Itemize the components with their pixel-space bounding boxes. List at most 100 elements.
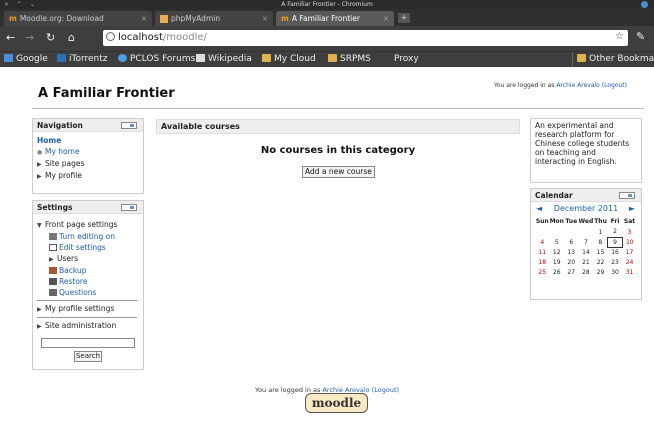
site-title: A Familiar Frontier (38, 86, 175, 101)
settings-users[interactable]: ▶ Users (33, 253, 143, 265)
calendar-grid: Sun Mon Tue Wed Thu Fri Sat 1 2 3 4 5 6 7 8 9 10 11 12 13 1… (535, 216, 637, 277)
restore-icon (49, 278, 57, 285)
calendar-day[interactable]: 12 (550, 247, 565, 257)
calendar-day[interactable]: 17 (622, 247, 637, 257)
tab-close-icon[interactable]: × (383, 11, 389, 26)
reload-icon[interactable]: ↻ (46, 31, 55, 45)
my-profile-settings[interactable]: ▶ My profile settings (33, 303, 143, 315)
bookmark-google[interactable]: Google (4, 52, 48, 67)
bookmark-my-cloud[interactable]: My Cloud (262, 52, 316, 67)
calendar-day[interactable]: 29 (593, 267, 608, 277)
tab-phpmyadmin[interactable]: phpMyAdmin × (155, 11, 273, 26)
tab-close-icon[interactable]: × (141, 11, 147, 26)
bookmark-srpms[interactable]: SRPMS (328, 52, 371, 67)
calendar-day[interactable]: 26 (550, 267, 565, 277)
settings-edit-settings[interactable]: Edit settings (33, 242, 143, 253)
calendar-day[interactable]: 15 (593, 247, 608, 257)
calendar-day[interactable]: 27 (564, 267, 579, 277)
bookmark-wikipedia[interactable]: Wikipedia (196, 52, 252, 67)
add-new-course-button[interactable]: Add a new course (302, 166, 375, 178)
calendar-week: 123 (535, 227, 637, 237)
calendar-day[interactable]: 28 (579, 267, 594, 277)
calendar-week: 18 19 20 21 22 23 24 (535, 257, 637, 267)
no-courses-message: No courses in this category (260, 145, 416, 156)
calendar-day-header: Sun (535, 218, 549, 225)
tab-strip: m Moodle.org: Download × phpMyAdmin × mA Fa… (0, 9, 654, 26)
settings-questions[interactable]: Questions (33, 287, 143, 298)
calendar-day[interactable]: 20 (564, 257, 579, 267)
nav-my-home[interactable]: ● My home (33, 146, 143, 158)
extension-icon[interactable] (641, 1, 648, 8)
bookmark-star-icon[interactable]: ☆ (615, 31, 624, 42)
bookmark-itorrentz[interactable]: iTorrentz (57, 52, 108, 67)
wrench-menu-icon[interactable]: ✎ (636, 30, 645, 43)
home-icon[interactable]: ⌂ (68, 31, 75, 45)
google-icon (4, 54, 13, 62)
front-page-settings[interactable]: ▼ Front page settings (33, 219, 143, 231)
logout-link[interactable]: (Logout) (602, 82, 627, 89)
calendar-day[interactable]: 5 (550, 237, 565, 247)
calendar-day[interactable]: 30 (608, 267, 623, 277)
calendar-day[interactable]: 16 (608, 247, 623, 257)
calendar-day[interactable]: 3 (622, 227, 637, 237)
forward-icon[interactable]: → (25, 31, 34, 45)
tab-close-icon[interactable]: × (262, 11, 268, 26)
calendar-day[interactable]: 18 (535, 257, 550, 267)
new-tab-button[interactable]: + (398, 13, 410, 23)
user-link[interactable]: Archie Arevalo (556, 82, 600, 89)
nav-my-profile[interactable]: ▶ My profile (33, 170, 143, 182)
calendar-day[interactable]: 7 (579, 237, 594, 247)
tab-moodle-download[interactable]: m Moodle.org: Download × (4, 11, 152, 26)
available-courses-heading: Available courses (156, 119, 520, 134)
footer-logout-link[interactable]: (Logout) (372, 386, 399, 394)
nav-site-pages[interactable]: ▶ Site pages (33, 158, 143, 170)
next-month-icon[interactable]: ► (629, 202, 635, 216)
calendar-day[interactable]: 22 (593, 257, 608, 267)
settings-restore[interactable]: Restore (33, 276, 143, 287)
folder-icon (262, 54, 271, 62)
calendar-day[interactable]: 8 (593, 237, 608, 247)
site-administration[interactable]: ▶ Site administration (33, 320, 143, 332)
block-dock-icon[interactable] (619, 192, 635, 199)
moodle-favicon-icon: m (281, 14, 289, 23)
nav-home[interactable]: Home (33, 135, 143, 146)
address-bar[interactable]: localhost/moodle/ (103, 30, 628, 46)
calendar-day[interactable]: 9 (607, 236, 623, 248)
calendar-day[interactable]: 6 (564, 237, 579, 247)
calendar-day[interactable]: 21 (579, 257, 594, 267)
back-icon[interactable]: ← (6, 31, 15, 45)
calendar-day[interactable]: 14 (579, 247, 594, 257)
window-controls[interactable]: × ⌃ ⌄ (4, 0, 38, 9)
calendar-day[interactable]: 19 (550, 257, 565, 267)
calendar-day[interactable]: 23 (608, 257, 623, 267)
block-dock-icon[interactable] (121, 204, 137, 211)
moodle-logo[interactable]: moodle (305, 393, 368, 413)
calendar-day[interactable]: 2 (608, 227, 623, 237)
calendar-day[interactable]: 31 (622, 267, 637, 277)
settings-backup[interactable]: Backup (33, 265, 143, 276)
calendar-day[interactable]: 25 (535, 267, 550, 277)
calendar-day[interactable]: 11 (535, 247, 550, 257)
calendar-nav: ◄ December 2011 ► (531, 202, 641, 216)
settings-turn-editing-on[interactable]: Turn editing on (33, 231, 143, 242)
settings-search-button[interactable]: Search (74, 351, 102, 362)
calendar-day-header: Fri (610, 218, 620, 225)
calendar-day[interactable]: 24 (622, 257, 637, 267)
settings-search-input[interactable] (41, 338, 135, 348)
bookmark-pclos-forums[interactable]: PCLOS Forums (118, 52, 195, 67)
calendar-day[interactable]: 1 (593, 227, 608, 237)
calendar-day-header: Sat (623, 218, 636, 225)
calendar-day[interactable]: 10 (622, 237, 637, 247)
block-dock-icon[interactable] (121, 122, 137, 129)
tab-a-familiar-frontier[interactable]: mA Familiar Frontier × (276, 11, 394, 26)
calendar-day[interactable]: 4 (535, 237, 550, 247)
calendar-week: 25 26 27 28 29 30 31 (535, 267, 637, 277)
calendar-day[interactable]: 13 (564, 247, 579, 257)
calendar-day-header: Wed (578, 218, 594, 225)
other-bookmarks[interactable]: Other Bookmarks (572, 52, 654, 67)
expand-arrow-icon: ▶ (37, 173, 42, 180)
calendar-month[interactable]: December 2011 (531, 202, 641, 216)
settings-divider (37, 300, 137, 301)
calendar-empty-cell (550, 227, 565, 237)
bookmark-proxy[interactable]: Proxy (394, 52, 419, 67)
